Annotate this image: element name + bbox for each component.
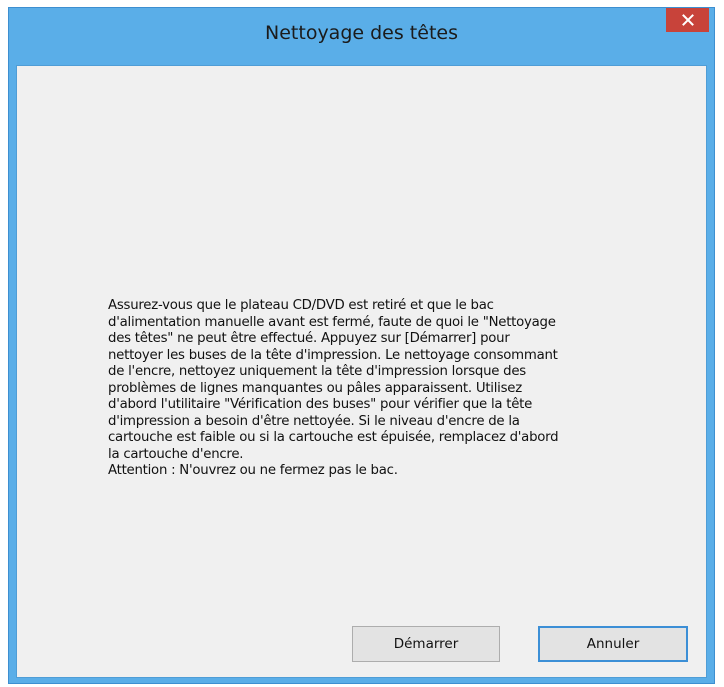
warning-line: Attention : N'ouvrez ou ne fermez pas le… [108,463,398,478]
cancel-button[interactable]: Annuler [538,626,688,662]
instructions-line: la cartouche d'encre. [108,446,244,462]
instructions-line: problèmes de lignes manquantes ou pâles … [108,380,522,396]
title-bar[interactable]: Nettoyage des têtes [9,8,714,65]
instructions-line: cartouche est faible ou si la cartouche … [108,430,559,445]
instructions-text: Assurez-vous que le plateau CD/DVD est r… [108,298,698,480]
window-title: Nettoyage des têtes [265,22,458,44]
dialog-body: Assurez-vous que le plateau CD/DVD est r… [16,65,707,678]
instructions-line: d'alimentation manuelle avant est fermé,… [108,314,556,330]
instructions-line: nettoyer les buses de la tête d'impressi… [108,347,558,363]
instructions-line: Assurez-vous que le plateau CD/DVD est r… [108,298,494,313]
instructions-line: d'impression a besoin d'être nettoyée. S… [108,413,520,429]
instructions-line: d'abord l'utilitaire "Vérification des b… [108,397,533,412]
dialog-window: Nettoyage des têtes Assurez-vous que le … [8,7,715,684]
close-button[interactable] [666,8,709,32]
close-icon [681,14,694,26]
instructions-line: de l'encre, nettoyez uniquement la tête … [108,364,526,379]
instructions-line: des têtes" ne peut être effectué. Appuye… [108,331,510,346]
start-button[interactable]: Démarrer [352,626,500,662]
